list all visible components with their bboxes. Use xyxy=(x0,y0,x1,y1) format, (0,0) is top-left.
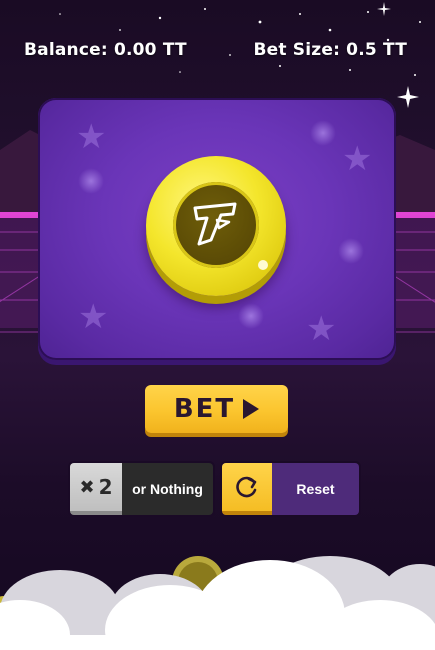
sparkle-decoration xyxy=(310,120,336,146)
sparkle-decoration xyxy=(238,303,264,329)
play-icon xyxy=(243,399,260,419)
reset-label: Reset xyxy=(296,481,335,497)
star-decoration-icon: ★ xyxy=(306,309,337,349)
star-decoration-icon: ★ xyxy=(78,297,109,337)
balance-readout: Balance: 0.00 TT xyxy=(24,40,187,60)
star-decoration-icon: ★ xyxy=(76,117,107,157)
double-or-nothing-button[interactable]: ✖ 2 or Nothing xyxy=(70,463,213,515)
bet-size-readout: Bet Size: 0.5 TT xyxy=(253,40,407,60)
coin-face xyxy=(173,182,259,268)
bet-button[interactable]: BET xyxy=(145,385,288,433)
star-decoration-icon: ★ xyxy=(342,139,373,179)
multiply-icon: ✖ xyxy=(79,476,95,498)
coin xyxy=(146,156,286,296)
double-or-nothing-label: or Nothing xyxy=(132,481,203,497)
multiplier-tile: ✖ 2 xyxy=(70,463,122,511)
multiplier-value: 2 xyxy=(98,475,113,499)
sparkle-decoration xyxy=(338,238,364,264)
sparkle-decoration xyxy=(78,168,104,194)
coin-glint xyxy=(258,260,268,270)
refresh-icon xyxy=(236,476,257,498)
reset-button[interactable]: Reset xyxy=(222,463,359,515)
bet-button-label: BET xyxy=(173,394,236,424)
lightning-t-logo-icon xyxy=(193,202,237,246)
reset-icon-tile xyxy=(222,463,272,511)
coin-flip-card: ★ ★ ★ ★ xyxy=(38,98,396,360)
cloud-footer xyxy=(0,556,435,650)
